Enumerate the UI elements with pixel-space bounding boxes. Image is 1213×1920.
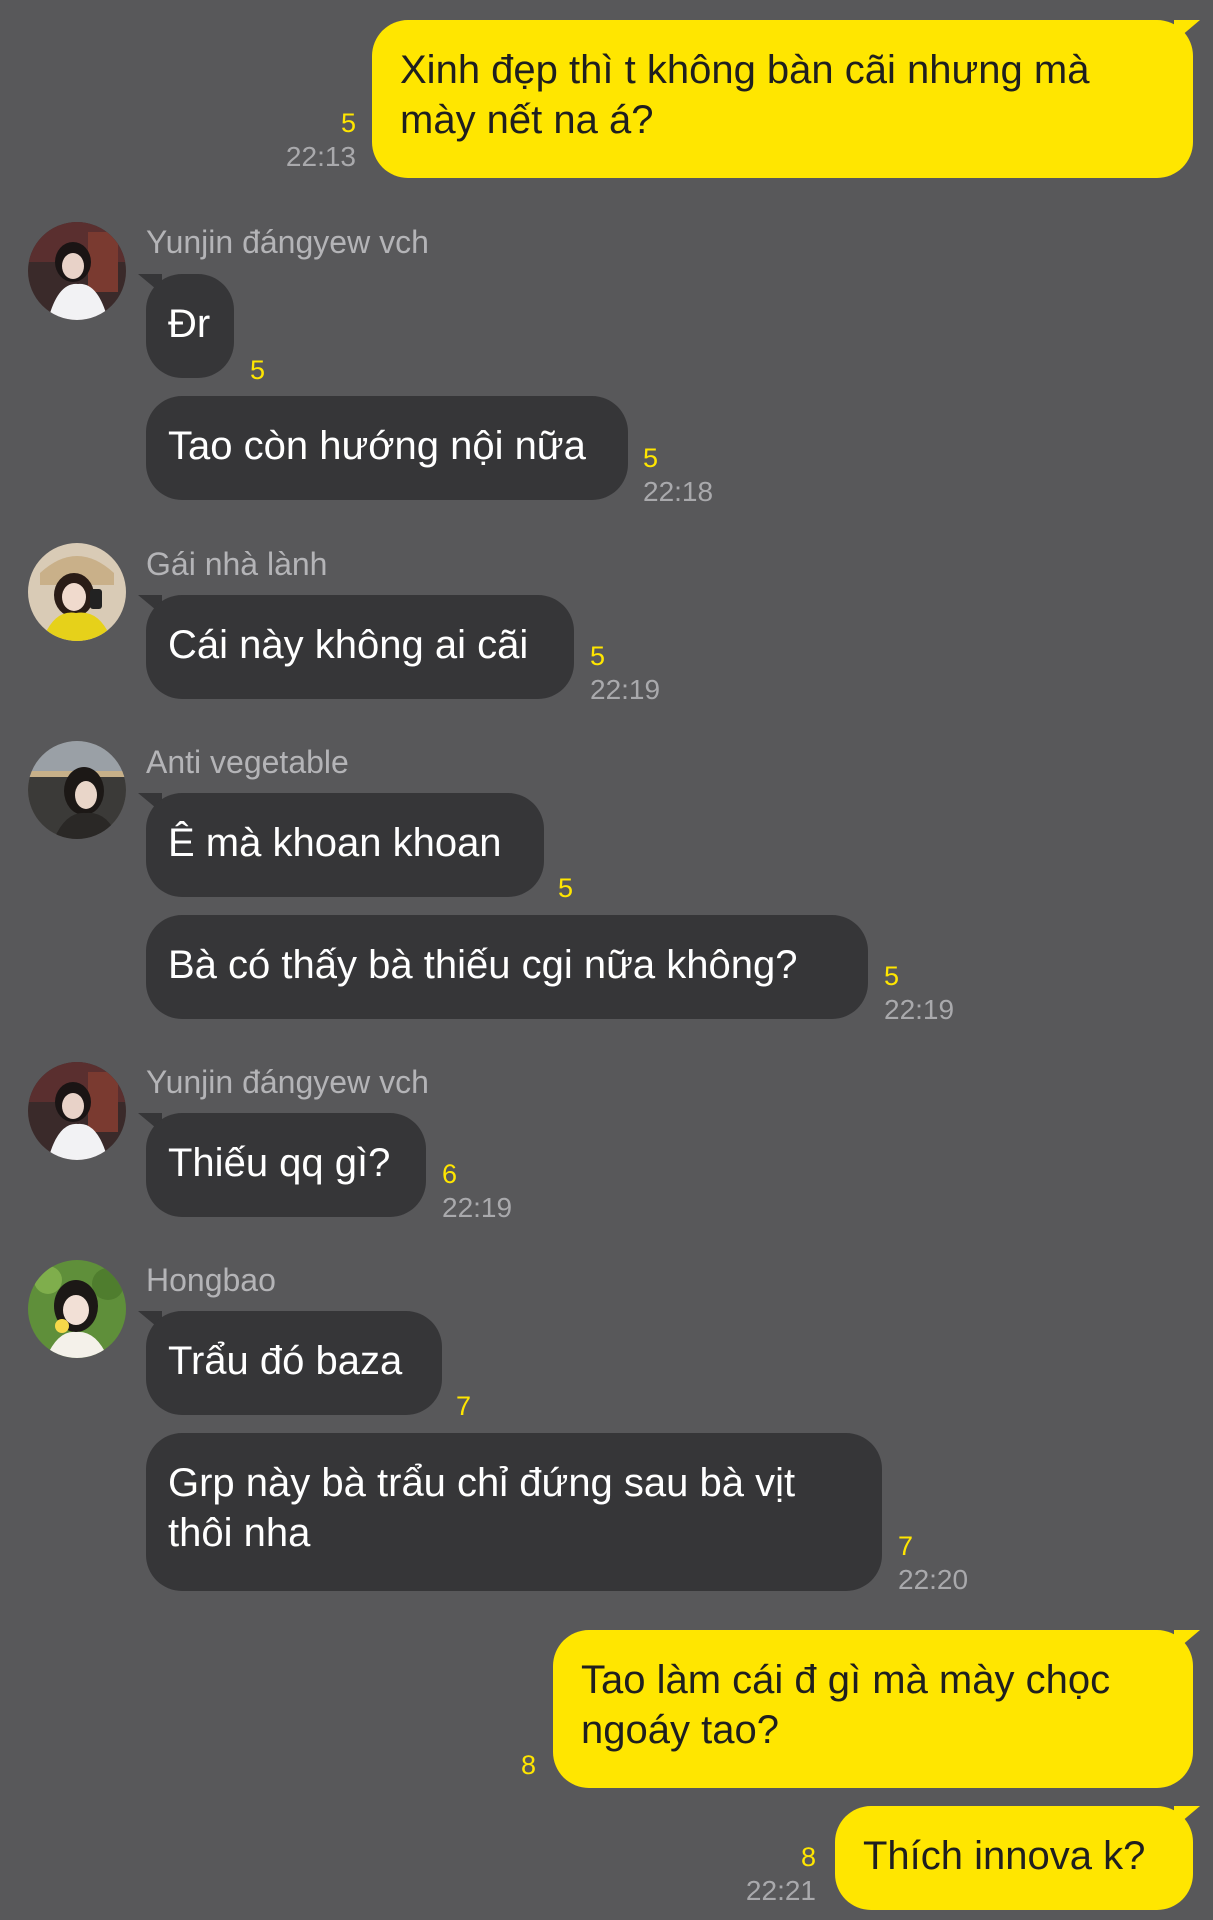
- unread-count: 8: [800, 1842, 816, 1872]
- message-text: Thiếu qq gì?: [168, 1141, 391, 1185]
- sender-name: Yunjin đángyew vch: [146, 224, 429, 260]
- avatar-yunjin[interactable]: [28, 1062, 126, 1160]
- message-time: 22:20: [898, 1564, 969, 1595]
- message-text: Cái này không ai cãi: [168, 623, 529, 667]
- unread-count: 5: [884, 961, 900, 991]
- avatar-hongbao[interactable]: [28, 1260, 126, 1358]
- message-text: Grp này bà trẩu chỉ đứng sau bà vịt thôi…: [168, 1461, 796, 1555]
- message-bubble-incoming[interactable]: Bà có thấy bà thiếu cgi nữa không?: [146, 915, 868, 1019]
- unread-count: 5: [558, 873, 574, 903]
- bubble-tail: [1174, 1806, 1200, 1828]
- message-bubble-outgoing[interactable]: Xinh đẹp thì t không bàn cãi nhưng mà mà…: [372, 20, 1193, 178]
- message-time: 22:18: [643, 476, 714, 507]
- message-text: Ê mà khoan khoan: [168, 821, 502, 865]
- message-text: Trẩu đó baza: [168, 1339, 403, 1383]
- unread-count: 5: [643, 443, 659, 473]
- message-text: Đr: [168, 302, 211, 346]
- sender-name: Hongbao: [146, 1262, 276, 1298]
- message-bubble-incoming[interactable]: Ê mà khoan khoan: [146, 793, 544, 897]
- unread-count: 6: [442, 1159, 458, 1189]
- message-text: Thích innova k?: [863, 1834, 1146, 1878]
- unread-count: 5: [250, 355, 266, 385]
- message-time: 22:19: [590, 674, 661, 705]
- message-bubble-incoming[interactable]: Tao còn hướng nội nữa: [146, 396, 628, 500]
- message-bubble-outgoing[interactable]: Thích innova k?: [835, 1806, 1193, 1910]
- sender-name: Gái nhà lành: [146, 546, 328, 582]
- message-bubble-incoming[interactable]: Thiếu qq gì?: [146, 1113, 426, 1217]
- avatar-gai-nha-lanh[interactable]: [28, 543, 126, 641]
- unread-count: 7: [456, 1391, 472, 1421]
- message-text: Tao còn hướng nội nữa: [168, 424, 586, 468]
- message-text: Xinh đẹp thì t không bàn cãi nhưng mà mà…: [400, 48, 1090, 142]
- message-time: 22:19: [884, 994, 955, 1025]
- message-time: 22:13: [285, 141, 356, 172]
- message-text: Bà có thấy bà thiếu cgi nữa không?: [168, 943, 798, 987]
- message-bubble-incoming[interactable]: Cái này không ai cãi: [146, 595, 574, 699]
- message-bubble-outgoing[interactable]: Tao làm cái đ gì mà mày chọc ngoáy tao?: [553, 1630, 1193, 1788]
- bubble-tail: [1174, 1630, 1200, 1652]
- sender-name: Yunjin đángyew vch: [146, 1064, 429, 1100]
- bubble-tail: [1174, 20, 1200, 42]
- sender-name: Anti vegetable: [146, 744, 349, 780]
- message-bubble-incoming[interactable]: Trẩu đó baza: [146, 1311, 442, 1415]
- message-bubble-incoming[interactable]: Grp này bà trẩu chỉ đứng sau bà vịt thôi…: [146, 1433, 882, 1591]
- avatar-yunjin[interactable]: [28, 222, 126, 320]
- unread-count: 8: [520, 1750, 536, 1780]
- message-time: 22:21: [745, 1875, 816, 1906]
- unread-count: 5: [590, 641, 606, 671]
- unread-count: 7: [898, 1531, 914, 1561]
- message-bubble-incoming[interactable]: Đr: [146, 274, 234, 378]
- message-time: 22:19: [442, 1192, 513, 1223]
- avatar-anti-vegetable[interactable]: [28, 741, 126, 839]
- unread-count: 5: [340, 108, 356, 138]
- message-text: Tao làm cái đ gì mà mày chọc ngoáy tao?: [581, 1658, 1111, 1752]
